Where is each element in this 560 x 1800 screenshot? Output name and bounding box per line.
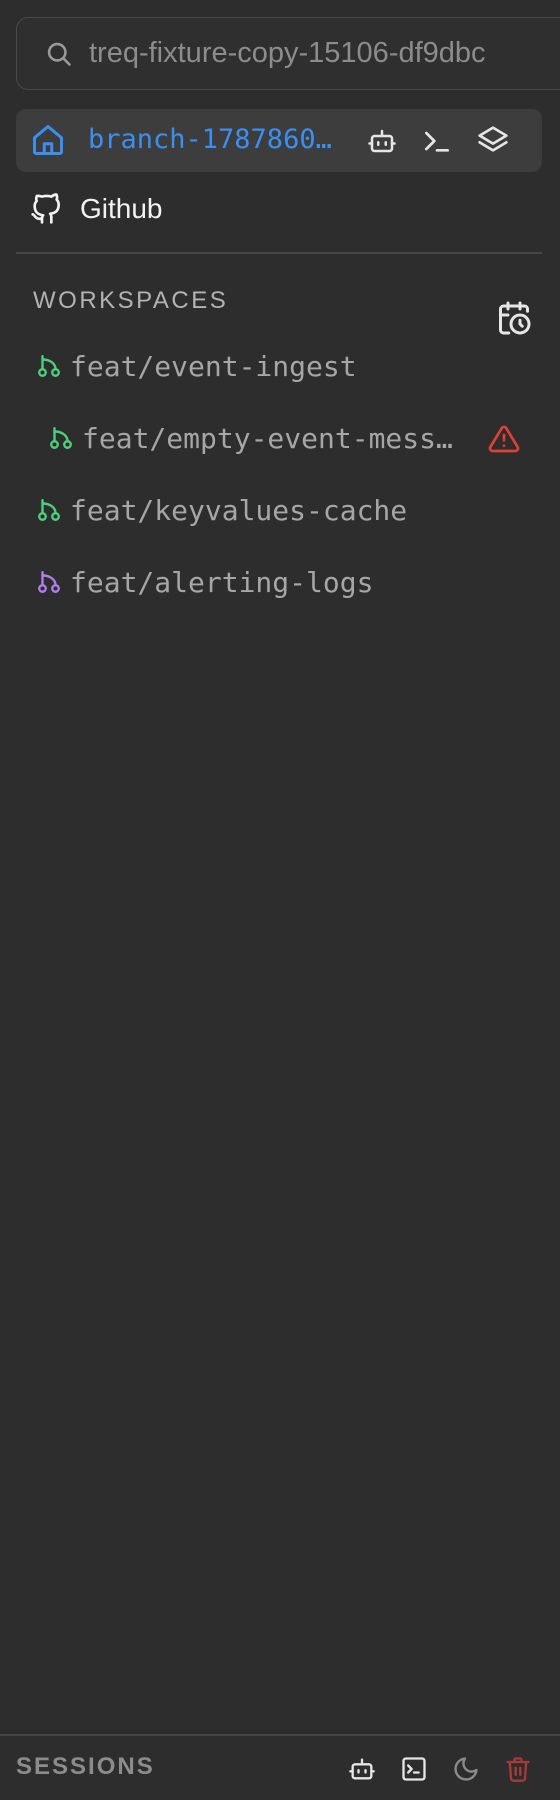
git-branch-icon bbox=[38, 571, 60, 593]
divider bbox=[16, 252, 542, 254]
footer-divider bbox=[0, 1734, 560, 1736]
workspace-label: feat/event-ingest bbox=[70, 349, 357, 383]
workspace-item[interactable]: feat/event-ingest bbox=[36, 344, 357, 388]
new-agent-session-button[interactable] bbox=[343, 1750, 381, 1788]
layers-button[interactable] bbox=[472, 120, 514, 162]
new-terminal-session-button[interactable] bbox=[395, 1750, 433, 1788]
robot-icon bbox=[349, 1758, 375, 1780]
git-branch-icon bbox=[38, 355, 60, 377]
current-branch-bar[interactable]: branch-1787860… bbox=[16, 109, 542, 172]
warning-icon bbox=[488, 425, 520, 453]
sidebar: branch-1787860… bbox=[0, 0, 560, 1800]
delete-session-button[interactable] bbox=[499, 1750, 537, 1788]
workspace-item[interactable]: feat/empty-event-mess… bbox=[48, 416, 468, 460]
moon-icon bbox=[454, 1757, 478, 1781]
workspace-label: feat/keyvalues-cache bbox=[70, 493, 408, 527]
sessions-heading: SESSIONS bbox=[16, 1753, 155, 1780]
git-branch-icon bbox=[50, 427, 72, 449]
home-icon[interactable] bbox=[30, 122, 66, 158]
git-branch-icon bbox=[38, 499, 60, 521]
calendar-clock-icon[interactable] bbox=[496, 300, 532, 336]
github-icon bbox=[31, 193, 60, 224]
theme-toggle-button[interactable] bbox=[447, 1750, 485, 1788]
agent-button[interactable] bbox=[361, 120, 403, 162]
workspace-item[interactable]: feat/alerting-logs bbox=[36, 560, 373, 604]
search-input[interactable] bbox=[89, 37, 560, 70]
robot-icon bbox=[368, 129, 396, 153]
github-label[interactable]: Github bbox=[80, 193, 163, 225]
terminal-icon bbox=[425, 131, 449, 152]
workspace-label: feat/empty-event-mess… bbox=[82, 421, 453, 455]
github-link[interactable]: Github bbox=[30, 187, 163, 231]
workspace-item[interactable]: feat/keyvalues-cache bbox=[36, 488, 407, 532]
layers-icon bbox=[478, 126, 508, 152]
terminal-icon bbox=[402, 1757, 426, 1781]
search-bar[interactable] bbox=[16, 17, 560, 90]
terminal-button[interactable] bbox=[416, 120, 458, 162]
trash-icon bbox=[506, 1757, 530, 1782]
branch-name[interactable]: branch-1787860… bbox=[88, 123, 352, 157]
search-icon bbox=[47, 42, 71, 66]
workspaces-heading: WORKSPACES bbox=[33, 287, 229, 314]
workspace-label: feat/alerting-logs bbox=[70, 565, 374, 599]
